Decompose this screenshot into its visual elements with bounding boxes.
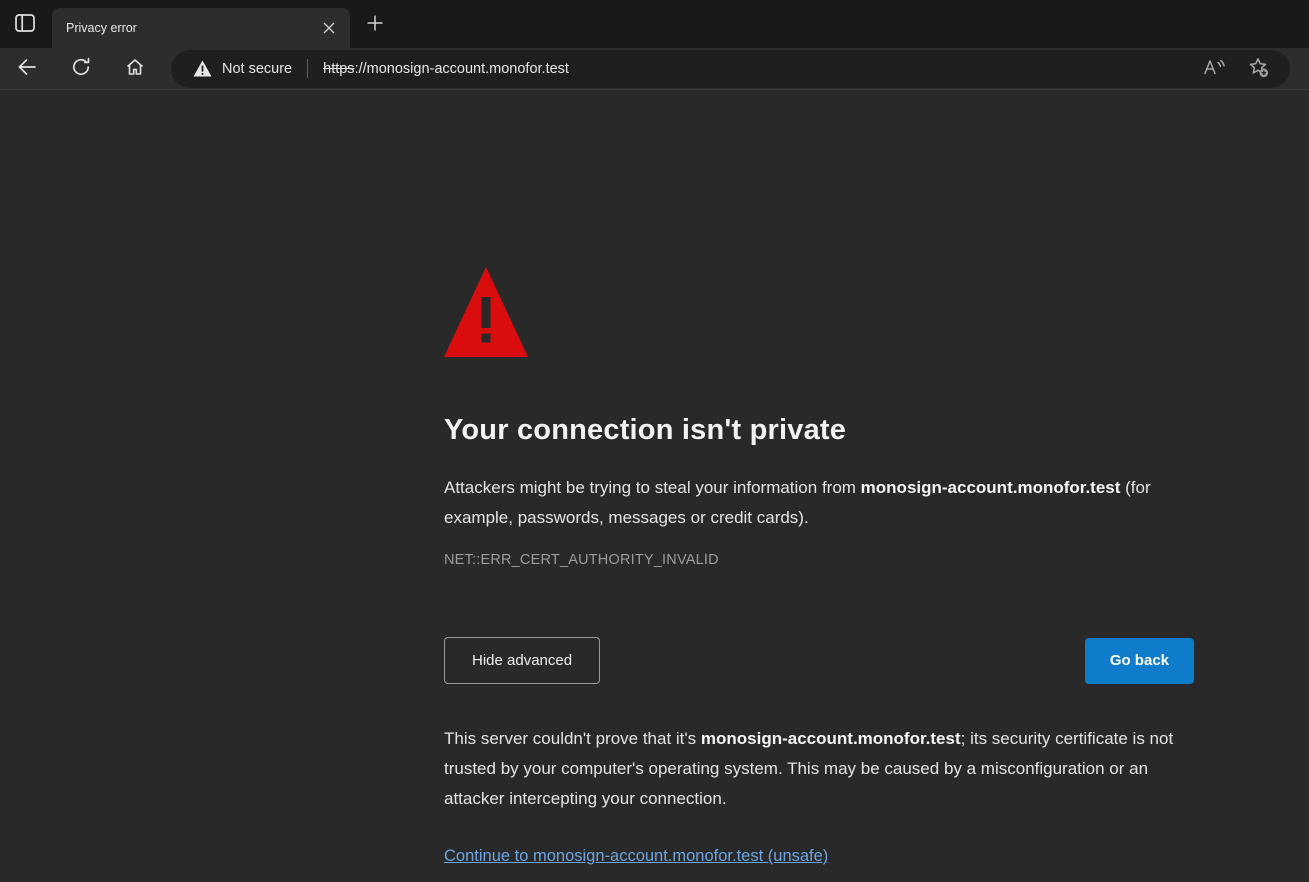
error-code: NET::ERR_CERT_AUTHORITY_INVALID bbox=[444, 552, 1194, 568]
security-status-label[interactable]: Not secure bbox=[222, 61, 292, 77]
back-arrow-icon bbox=[17, 57, 37, 80]
read-aloud-button[interactable] bbox=[1198, 53, 1230, 85]
attack-warning-before: Attackers might be trying to steal your … bbox=[444, 478, 861, 497]
advanced-detail-domain: monosign-account.monofor.test bbox=[701, 729, 961, 748]
tab-title: Privacy error bbox=[66, 21, 316, 35]
warning-triangle-icon[interactable] bbox=[193, 60, 212, 77]
attack-warning-domain: monosign-account.monofor.test bbox=[861, 478, 1121, 497]
refresh-icon bbox=[71, 57, 91, 80]
advanced-detail-text: This server couldn't prove that it's mon… bbox=[444, 724, 1189, 814]
action-buttons-row: Hide advanced Go back bbox=[444, 637, 1194, 684]
go-back-button[interactable]: Go back bbox=[1085, 638, 1194, 684]
attack-warning-text: Attackers might be trying to steal your … bbox=[444, 473, 1189, 533]
continue-unsafe-link[interactable]: Continue to monosign-account.monofor.tes… bbox=[444, 847, 828, 866]
tab-actions-menu-icon bbox=[15, 14, 35, 35]
home-icon bbox=[125, 57, 145, 80]
new-tab-button[interactable] bbox=[358, 7, 392, 41]
tab-privacy-error[interactable]: Privacy error bbox=[52, 8, 350, 48]
danger-triangle-icon bbox=[444, 267, 528, 357]
plus-icon bbox=[367, 15, 383, 34]
read-aloud-icon bbox=[1203, 58, 1225, 79]
tab-strip: Privacy error bbox=[0, 0, 1309, 48]
home-button[interactable] bbox=[118, 52, 152, 86]
url-scheme: https bbox=[323, 61, 354, 77]
navigation-toolbar: Not secure https://monosign-account.mono… bbox=[0, 48, 1309, 90]
page-title: Your connection isn't private bbox=[444, 414, 1194, 447]
url-host: ://monosign-account.monofor.test bbox=[355, 61, 569, 77]
url-separator bbox=[307, 59, 308, 78]
tab-actions-menu-button[interactable] bbox=[5, 4, 45, 44]
add-favorite-button[interactable] bbox=[1242, 53, 1274, 85]
error-content: Your connection isn't private Attackers … bbox=[444, 90, 1194, 866]
back-button[interactable] bbox=[10, 52, 44, 86]
url-text[interactable]: https://monosign-account.monofor.test bbox=[323, 61, 569, 77]
address-bar[interactable]: Not secure https://monosign-account.mono… bbox=[171, 50, 1290, 88]
error-page: Your connection isn't private Attackers … bbox=[0, 90, 1309, 881]
star-add-icon bbox=[1248, 57, 1269, 81]
close-icon[interactable] bbox=[316, 15, 342, 41]
advanced-detail-before: This server couldn't prove that it's bbox=[444, 729, 701, 748]
hide-advanced-button[interactable]: Hide advanced bbox=[444, 637, 600, 684]
refresh-button[interactable] bbox=[64, 52, 98, 86]
